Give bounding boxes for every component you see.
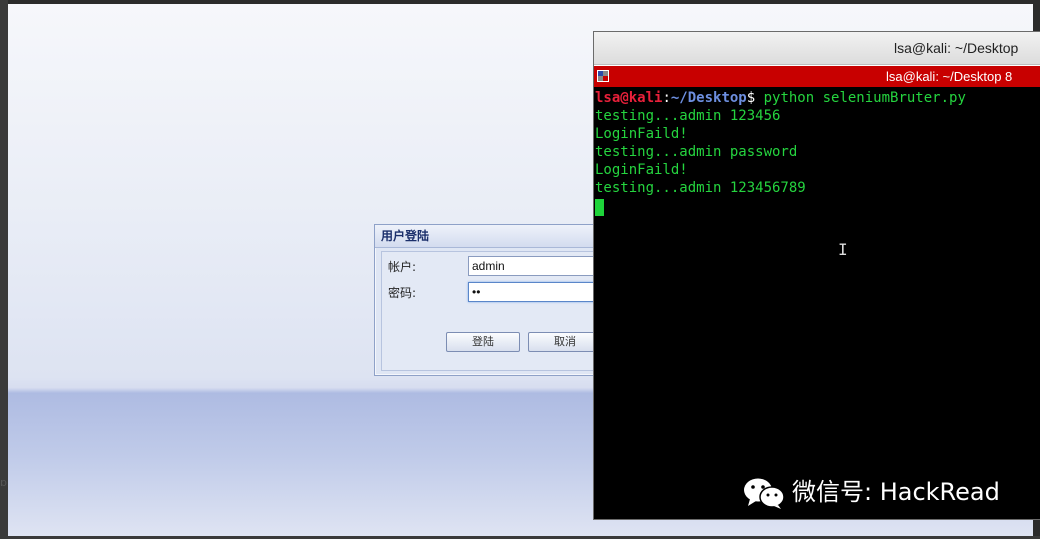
prompt-symbol: $ [746,90,764,106]
login-dialog: 用户登陆 帐户: admin 密码: •• 登陆 取消 [374,224,616,376]
prompt-colon: : [662,90,671,106]
terminal-output[interactable]: lsa@kali:~/Desktop$ python seleniumBrute… [594,87,1040,216]
terminal-tab[interactable]: lsa@kali: ~/Desktop 8 [594,65,1040,87]
wechat-icon [744,478,785,509]
watermark-text: 微信号: HackRead [792,478,1000,506]
terminal-titlebar[interactable]: lsa@kali: ~/Desktop [594,32,1040,65]
login-button[interactable]: 登陆 [446,332,520,352]
text-cursor-icon: I [838,240,848,259]
login-form: 帐户: admin 密码: •• 登陆 取消 [381,251,609,371]
output-line: LoginFaild! [595,162,688,178]
left-edge-glyph: ɒ [0,476,7,489]
cancel-button[interactable]: 取消 [528,332,602,352]
output-line: LoginFaild! [595,126,688,142]
prompt-command: python seleniumBruter.py [763,90,966,106]
prompt-user: lsa@kali [595,90,663,106]
password-label: 密码: [388,286,417,300]
password-input[interactable]: •• [468,282,608,302]
output-line: testing...admin password [595,144,798,160]
left-edge [0,0,8,539]
terminal-tab-icon [597,70,609,82]
cursor-line [595,197,1040,216]
output-line: testing...admin 123456789 [595,180,806,196]
username-label: 帐户: [388,260,417,274]
terminal-cursor [595,199,604,216]
terminal-tab-label: lsa@kali: ~/Desktop 8 [886,69,1013,84]
login-dialog-title: 用户登陆 [375,225,615,248]
prompt-path: ~/Desktop [670,90,747,106]
output-line: testing...admin 123456 [595,108,781,124]
prompt-line: lsa@kali:~/Desktop$ python seleniumBrute… [595,89,1040,107]
username-input[interactable]: admin [468,256,608,276]
terminal-window[interactable]: lsa@kali: ~/Desktop lsa@kali: ~/Desktop … [593,31,1040,520]
terminal-window-title: lsa@kali: ~/Desktop [894,40,1019,56]
